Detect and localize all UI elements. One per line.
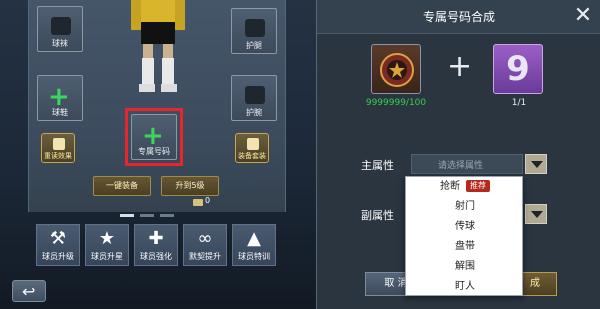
page-dot [160, 214, 174, 217]
shirt-icon [53, 138, 65, 150]
equipment-panel: 球袜 护腿 + 球鞋 护腕 + 专属号码 重读效果 装备套装 一键装备 升到5级… [0, 0, 316, 309]
badge-item[interactable] [371, 44, 421, 94]
tab-player-enhance[interactable]: ✚ 球员强化 [134, 224, 178, 266]
page-dot [140, 214, 154, 217]
socks-icon [51, 17, 71, 35]
back-arrow-icon: ↩ [22, 282, 36, 301]
main-attr-label: 主属性 [361, 159, 394, 172]
exclusive-number-highlight: + 专属号码 [125, 108, 183, 166]
option-pass[interactable]: 传球 [406, 217, 522, 237]
upgrade-five-button[interactable]: 升到5级 [161, 176, 219, 196]
main-attr-placeholder: 请选择属性 [438, 161, 484, 171]
plus-icon: ✚ [148, 228, 164, 249]
back-button[interactable]: ↩ [12, 280, 46, 302]
recommend-badge: 推荐 [466, 180, 490, 192]
skill-effect-right[interactable]: 装备套装 [235, 133, 269, 163]
chain-icon: ∞ [197, 228, 213, 249]
dialog-header: 专属号码合成 ✕ [317, 0, 600, 34]
socks-slot[interactable]: 球袜 [37, 6, 83, 52]
main-attr-select[interactable]: 请选择属性 [411, 154, 523, 174]
shinguard-icon [245, 19, 265, 37]
tab-chemistry[interactable]: ∞ 默契提升 [183, 224, 227, 266]
equipment-area: 球袜 护腿 + 球鞋 护腕 + 专属号码 重读效果 装备套装 一键装备 升到5级… [28, 0, 286, 212]
item2-count: 1/1 [511, 98, 527, 108]
tab-player-star[interactable]: ★ 球员升星 [85, 224, 129, 266]
star-icon: ★ [98, 228, 116, 249]
tab-training[interactable]: ▲ 球员特训 [232, 224, 276, 266]
plus-sign: + [447, 49, 473, 84]
option-clear[interactable]: 解围 [406, 257, 522, 277]
attribute-dropdown-list: 抢断 推荐 射门 传球 盘带 解围 盯人 [405, 176, 523, 296]
gloves-slot[interactable]: 护腕 [231, 75, 277, 121]
sub-attr-dropdown-arrow[interactable] [525, 204, 547, 224]
cone-icon: ▲ [247, 228, 261, 249]
sub-attr-label: 副属性 [361, 209, 394, 222]
shinguard-slot[interactable]: 护腿 [231, 8, 277, 54]
option-mark[interactable]: 盯人 [406, 277, 522, 295]
tab-player-upgrade[interactable]: ⚒ 球员升级 [36, 224, 80, 266]
page-dot-active [120, 214, 134, 217]
item1-count: 9999999/100 [365, 98, 427, 108]
skill-effect-left[interactable]: 重读效果 [41, 133, 75, 163]
dumbbell-icon: ⚒ [49, 228, 67, 249]
coin-icon [193, 199, 203, 206]
number-nine: 9 [506, 49, 530, 89]
coin-count: 0 [205, 196, 211, 205]
shirt-icon [247, 138, 259, 150]
option-dribble[interactable]: 盘带 [406, 237, 522, 257]
main-attr-dropdown-arrow[interactable] [525, 154, 547, 174]
dialog-title: 专属号码合成 [422, 10, 495, 24]
one-key-equip-button[interactable]: 一键装备 [93, 176, 151, 196]
close-icon[interactable]: ✕ [571, 4, 595, 28]
option-tackle[interactable]: 抢断 推荐 [406, 177, 522, 197]
exclusive-number-slot[interactable]: + 专属号码 [131, 114, 177, 160]
wristband-icon [245, 86, 265, 104]
number-item[interactable]: 9 [493, 44, 543, 94]
boots-slot[interactable]: + 球鞋 [37, 75, 83, 121]
star-badge-icon [380, 53, 414, 87]
option-shoot[interactable]: 射门 [406, 197, 522, 217]
